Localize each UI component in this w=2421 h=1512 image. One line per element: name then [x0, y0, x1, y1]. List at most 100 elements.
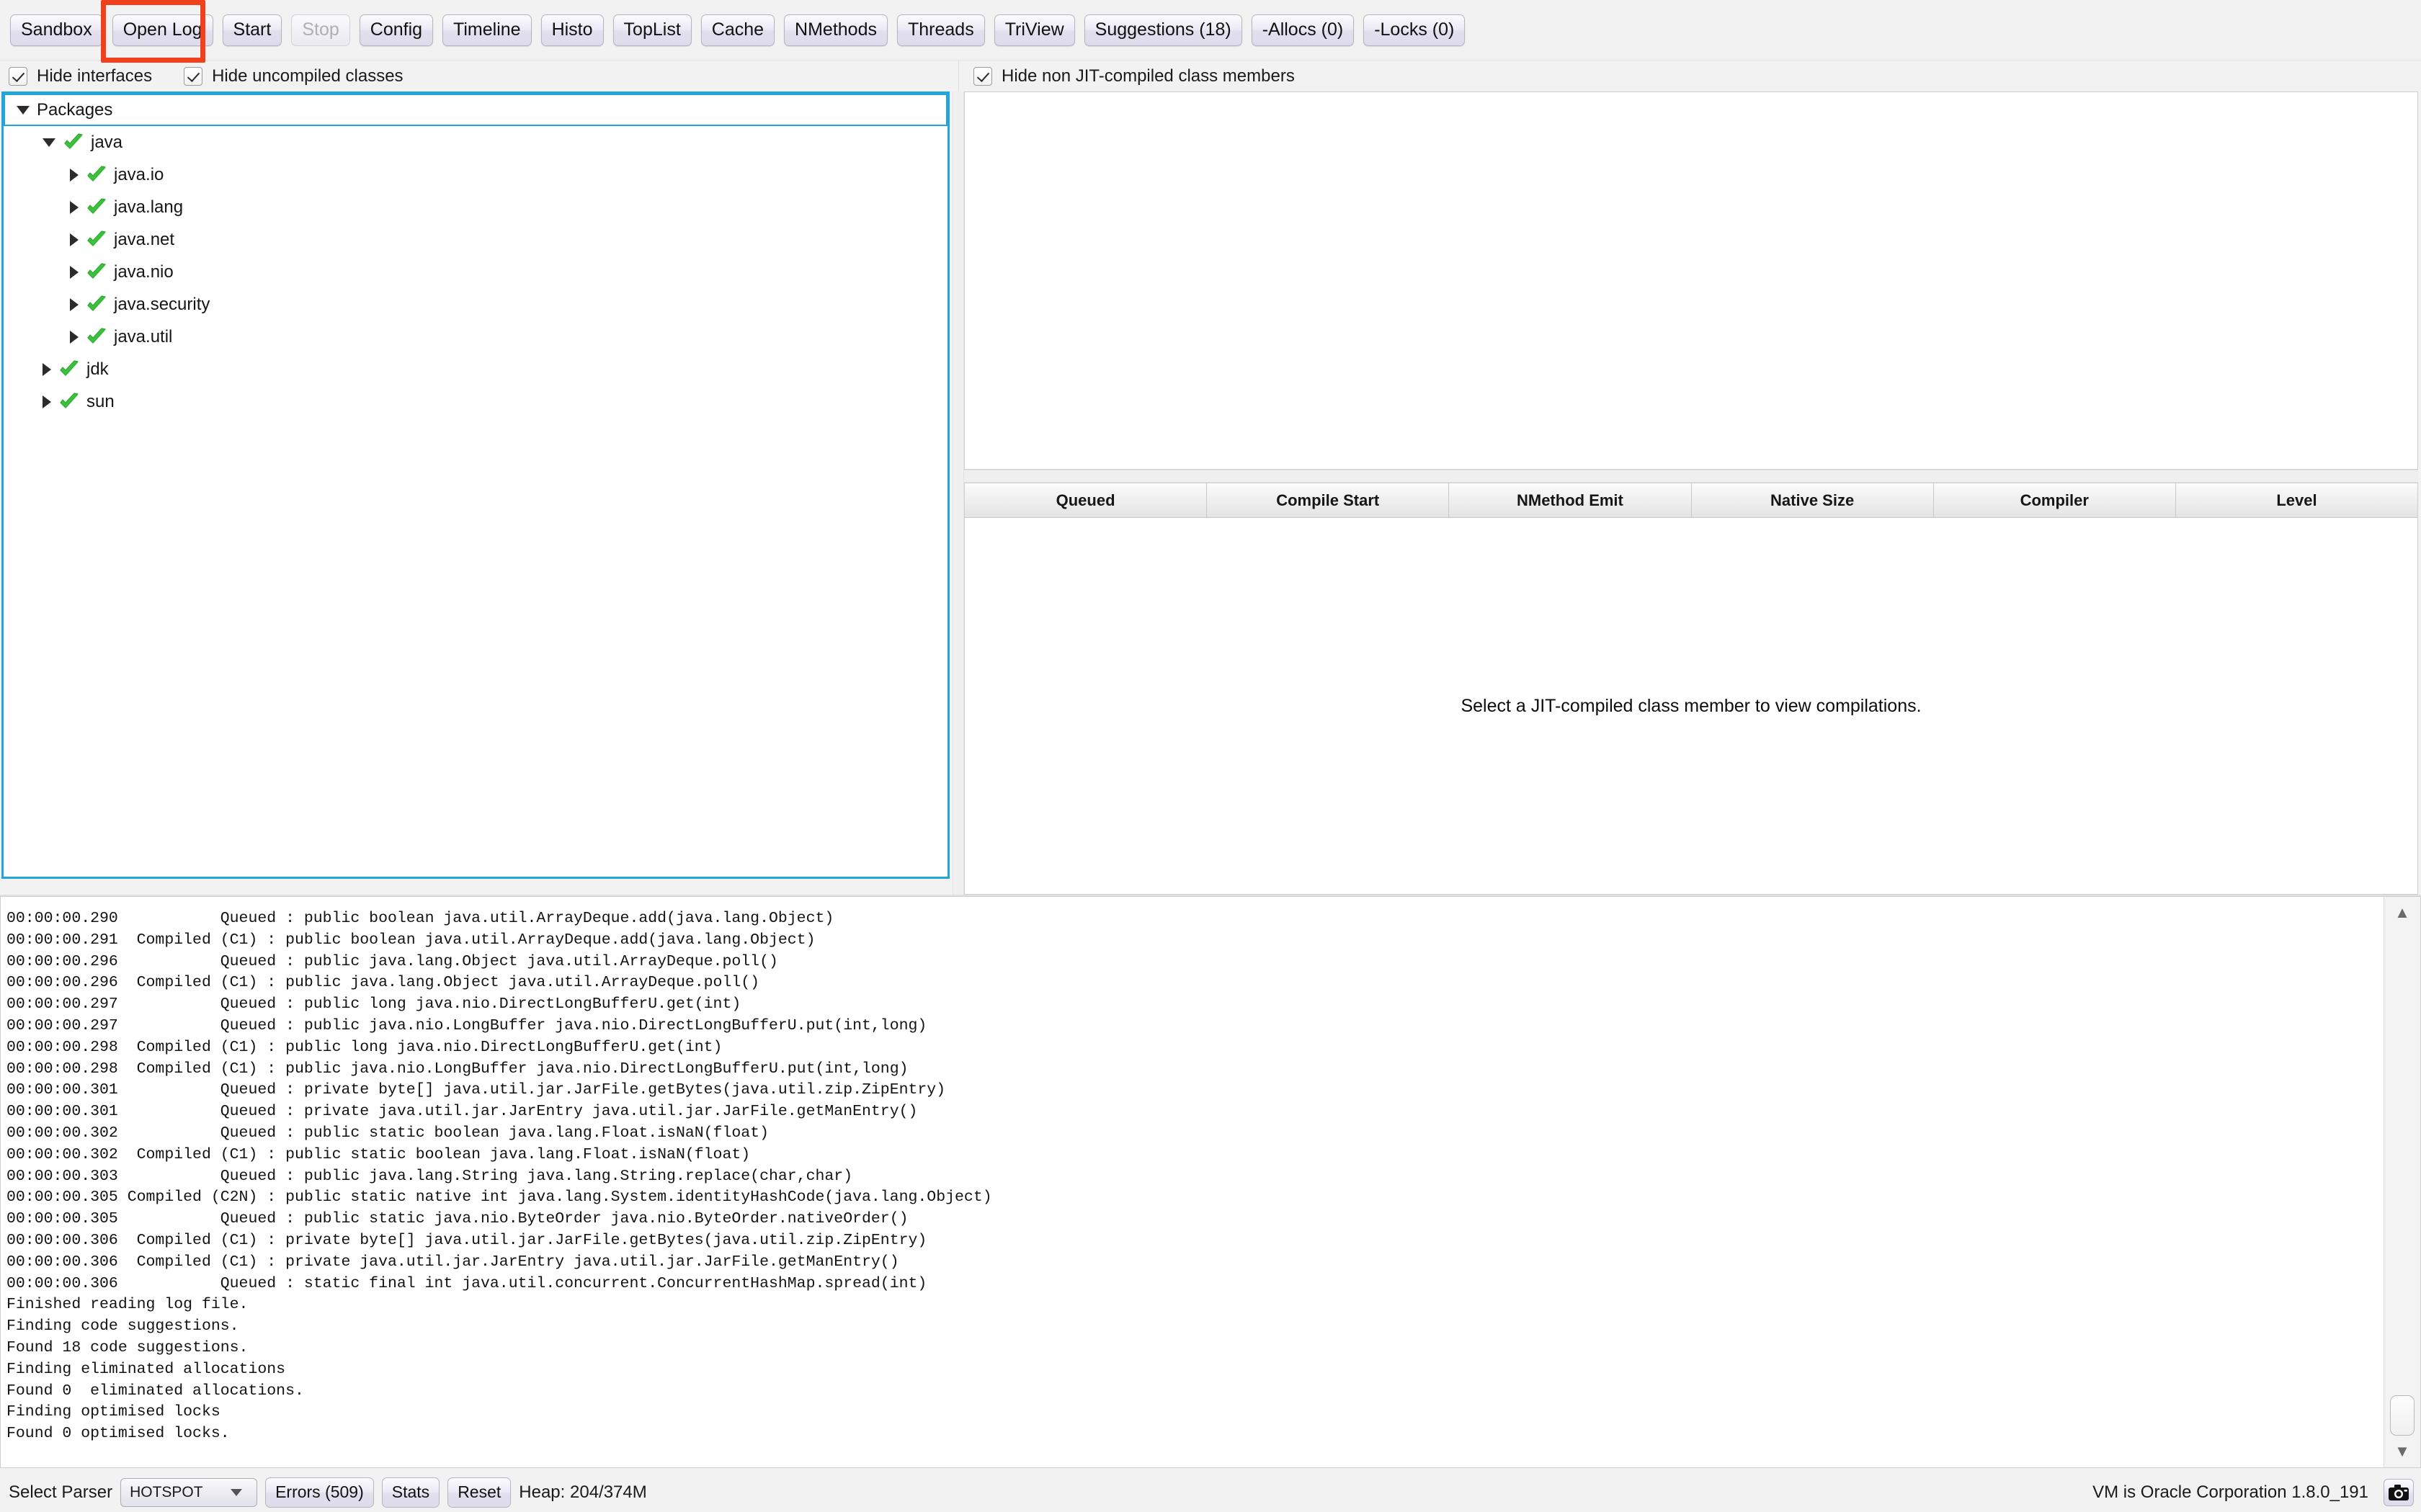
chevron-down-icon[interactable]: [17, 105, 30, 115]
column-header-native-size[interactable]: Native Size: [1691, 483, 1934, 517]
column-header-compile-start[interactable]: Compile Start: [1207, 483, 1450, 517]
jitwatch-window: Sandbox Open Log Start Stop Config Timeline Hi…: [0, 0, 2421, 1512]
log-line: 00:00:00.306 Compiled (C1) : private byt…: [6, 1231, 927, 1249]
toolbar-button-timeline[interactable]: Timeline: [442, 14, 532, 46]
parser-select[interactable]: HOTSPOT: [120, 1477, 258, 1507]
tree-item-label: java.security: [114, 294, 210, 314]
heap-usage-label: Heap: 204/374M: [519, 1482, 647, 1502]
log-line: 00:00:00.291 Compiled (C1) : public bool…: [6, 931, 816, 949]
log-line: 00:00:00.306 Queued : static final int j…: [6, 1274, 927, 1292]
toolbar-button-threads[interactable]: Threads: [896, 14, 985, 46]
hide-interfaces-label: Hide interfaces: [37, 66, 153, 86]
class-members-list[interactable]: [964, 91, 2418, 470]
green-check-icon: [86, 295, 107, 315]
log-line: Found 0 optimised locks.: [6, 1425, 230, 1443]
chevron-right-icon[interactable]: [43, 395, 51, 408]
horizontal-splitter[interactable]: [964, 470, 2418, 483]
toolbar-button-locks-0[interactable]: -Locks (0): [1363, 14, 1466, 46]
green-check-icon: [58, 359, 80, 380]
toolbar-button-triview[interactable]: TriView: [994, 14, 1075, 46]
chevron-right-icon[interactable]: [70, 298, 79, 311]
hide-interfaces-checkbox[interactable]: Hide interfaces: [9, 66, 152, 86]
tree-item-java-security[interactable]: java.security: [4, 288, 948, 321]
tree-item-sun[interactable]: sun: [4, 385, 948, 418]
right-pane: Queued Compile Start NMethod Emit Native Si…: [964, 91, 2421, 895]
toolbar-button-start[interactable]: Start: [222, 14, 282, 46]
toolbar-button-sandbox[interactable]: Sandbox: [10, 14, 103, 46]
toolbar-button-histo[interactable]: Histo: [540, 14, 604, 46]
main-toolbar: Sandbox Open Log Start Stop Config Timeline Hi…: [0, 0, 2421, 60]
log-line: 00:00:00.301 Queued : private byte[] jav…: [6, 1081, 946, 1099]
toolbar-button-cache[interactable]: Cache: [700, 14, 775, 46]
tree-item-label: java.lang: [114, 197, 184, 217]
chevron-down-icon[interactable]: [43, 138, 55, 147]
package-tree[interactable]: Packages java java.io java.lang java.net java…: [1, 91, 950, 879]
checkbox-tick-icon: [973, 66, 992, 86]
toolbar-button-allocs-0[interactable]: -Allocs (0): [1251, 14, 1355, 46]
toolbar-button-open-log[interactable]: Open Log: [112, 14, 213, 46]
green-check-icon: [86, 230, 107, 250]
hide-uncompiled-classes-checkbox[interactable]: Hide uncompiled classes: [184, 66, 404, 86]
tree-item-jdk[interactable]: jdk: [4, 353, 948, 385]
toolbar-button-suggestions-18[interactable]: Suggestions (18): [1084, 14, 1242, 46]
hide-non-jit-members-checkbox[interactable]: Hide non JIT-compiled class members: [973, 66, 1295, 86]
vertical-splitter[interactable]: [953, 91, 964, 895]
column-header-compiler[interactable]: Compiler: [1933, 483, 2176, 517]
scrollbar-track[interactable]: [2384, 929, 2421, 1395]
column-header-level[interactable]: Level: [2175, 483, 2417, 517]
green-check-icon: [63, 133, 84, 153]
screenshot-camera-icon[interactable]: [2384, 1478, 2414, 1506]
column-header-queued[interactable]: Queued: [965, 483, 1208, 517]
stats-button[interactable]: Stats: [381, 1477, 440, 1508]
scrollbar-thumb[interactable]: [2390, 1395, 2415, 1436]
column-header-nmethod-emit[interactable]: NMethod Emit: [1449, 483, 1692, 517]
log-line: 00:00:00.302 Queued : public static bool…: [6, 1124, 769, 1142]
tree-item-java[interactable]: java: [4, 126, 948, 158]
chevron-right-icon[interactable]: [70, 200, 79, 214]
scroll-down-arrow-icon[interactable]: ▼: [2384, 1436, 2421, 1467]
select-parser-label: Select Parser: [9, 1482, 113, 1502]
green-check-icon: [86, 197, 107, 218]
scroll-up-arrow-icon[interactable]: ▲: [2384, 897, 2421, 929]
log-line: 00:00:00.301 Queued : private java.util.…: [6, 1103, 918, 1121]
log-line: 00:00:00.296 Compiled (C1) : public java…: [6, 974, 760, 992]
tree-item-label: java.util: [114, 326, 173, 346]
toolbar-button-toplist[interactable]: TopList: [612, 14, 692, 46]
tree-root-packages[interactable]: Packages: [4, 94, 948, 126]
tree-item-java-lang[interactable]: java.lang: [4, 191, 948, 223]
vm-info-label: VM is Oracle Corporation 1.8.0_191: [2092, 1482, 2368, 1502]
toolbar-button-nmethods[interactable]: NMethods: [784, 14, 888, 46]
errors-button[interactable]: Errors (509): [265, 1477, 374, 1508]
hide-non-jit-members-label: Hide non JIT-compiled class members: [1002, 66, 1295, 86]
tree-item-label: sun: [86, 391, 115, 411]
tree-item-label: jdk: [86, 359, 109, 379]
toolbar-button-config[interactable]: Config: [359, 14, 434, 46]
green-check-icon: [86, 165, 107, 185]
log-line: 00:00:00.306 Compiled (C1) : private jav…: [6, 1253, 899, 1271]
log-line: 00:00:00.298 Compiled (C1) : public java…: [6, 1060, 909, 1078]
tree-item-java-io[interactable]: java.io: [4, 158, 948, 191]
tree-item-label: java.net: [114, 229, 175, 249]
log-line: 00:00:00.290 Queued : public boolean jav…: [6, 910, 834, 927]
chevron-right-icon[interactable]: [70, 330, 79, 344]
log-line: 00:00:00.303 Queued : public java.lang.S…: [6, 1167, 853, 1185]
chevron-right-icon[interactable]: [43, 362, 51, 376]
chevron-down-icon: [231, 1488, 243, 1496]
chevron-right-icon[interactable]: [70, 233, 79, 246]
log-line: 00:00:00.297 Queued : public long java.n…: [6, 996, 741, 1014]
log-vertical-scrollbar[interactable]: ▲ ▼: [2384, 896, 2421, 1468]
reset-button[interactable]: Reset: [447, 1477, 512, 1508]
checkbox-tick-icon: [9, 66, 27, 86]
log-text-area[interactable]: 00:00:00.290 Compiled (C1) : public java…: [0, 896, 2384, 1468]
chevron-right-icon[interactable]: [70, 168, 79, 182]
log-line: 00:00:00.298 Compiled (C1) : public long…: [6, 1038, 723, 1056]
tree-item-java-nio[interactable]: java.nio: [4, 256, 948, 288]
checkbox-tick-icon: [184, 66, 203, 86]
toolbar-button-stop: Stop: [291, 14, 350, 46]
chevron-right-icon[interactable]: [70, 265, 79, 279]
tree-item-java-net[interactable]: java.net: [4, 223, 948, 256]
log-line: Finished reading log file.: [6, 1296, 249, 1314]
compilations-table-header: Queued Compile Start NMethod Emit Native Si…: [965, 483, 2417, 518]
log-line: Found 0 eliminated allocations.: [6, 1382, 304, 1400]
tree-item-java-util[interactable]: java.util: [4, 321, 948, 353]
